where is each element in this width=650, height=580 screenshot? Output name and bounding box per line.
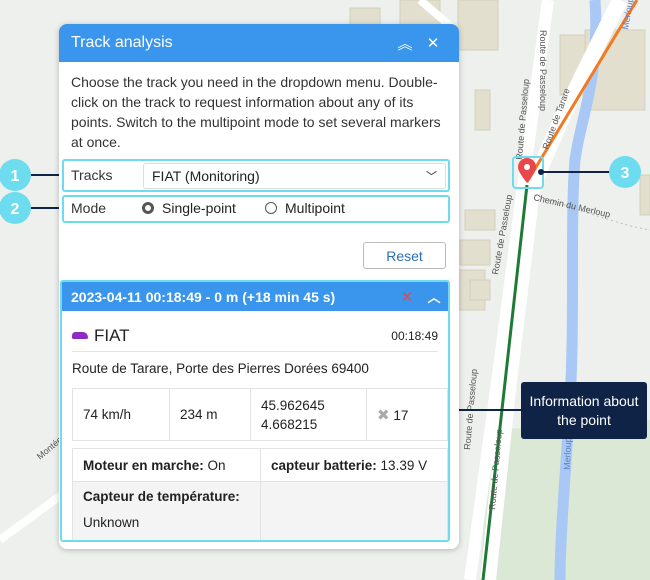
- double-chevron-up-icon[interactable]: ︽: [391, 33, 419, 54]
- coordinates: 45.962645 4.668215: [250, 388, 367, 441]
- close-icon[interactable]: ✕: [419, 34, 447, 52]
- sensors-table: Moteur en marche: On capteur batterie: 13…: [72, 448, 448, 540]
- unit-row: FIAT 00:18:49: [72, 320, 438, 352]
- chevron-up-icon[interactable]: ︿: [420, 287, 448, 306]
- svg-text:2: 2: [11, 201, 20, 218]
- mode-highlight: [62, 195, 450, 223]
- chevron-down-icon: ﹀: [426, 171, 437, 183]
- info-callout: Information about the point: [521, 382, 647, 439]
- delete-point-icon[interactable]: ✕: [394, 288, 420, 306]
- mode-multipoint-radio[interactable]: Multipoint: [265, 200, 345, 216]
- point-metrics: 74 km/h 234 m 45.962645 4.668215 ✖ 17: [72, 388, 448, 441]
- mode-label: Mode: [71, 200, 107, 216]
- reset-button[interactable]: Reset: [363, 242, 446, 269]
- track-analysis-panel: Track analysis ︽ ✕ Choose the track you …: [59, 24, 459, 549]
- svg-text:3: 3: [621, 165, 630, 182]
- altitude: 234 m: [169, 388, 251, 441]
- panel-header: Track analysis ︽ ✕: [59, 24, 459, 62]
- tracks-label: Tracks: [71, 167, 113, 183]
- tracks-select[interactable]: FIAT (Monitoring) ﹀: [143, 163, 446, 189]
- description: Choose the track you need in the dropdow…: [71, 74, 441, 150]
- panel-title: Track analysis: [71, 34, 173, 51]
- point-time: 00:18:49: [391, 328, 438, 343]
- speed: 74 km/h: [72, 388, 170, 441]
- svg-text:1: 1: [11, 168, 20, 185]
- point-header[interactable]: 2023-04-11 00:18:49 - 0 m (+18 min 45 s)…: [62, 282, 448, 311]
- point-info-section: 2023-04-11 00:18:49 - 0 m (+18 min 45 s)…: [60, 280, 450, 542]
- svg-text:Merloup: Merloup: [562, 437, 573, 470]
- mode-single-point-radio[interactable]: Single-point: [142, 200, 236, 216]
- satellites: ✖ 17: [366, 388, 448, 441]
- address: Route de Tarare, Porte des Pierres Dorée…: [72, 361, 369, 376]
- car-icon: [72, 332, 88, 339]
- svg-text:Route de Passeloup: Route de Passeloup: [538, 30, 548, 111]
- satellite-icon: ✖: [377, 406, 390, 424]
